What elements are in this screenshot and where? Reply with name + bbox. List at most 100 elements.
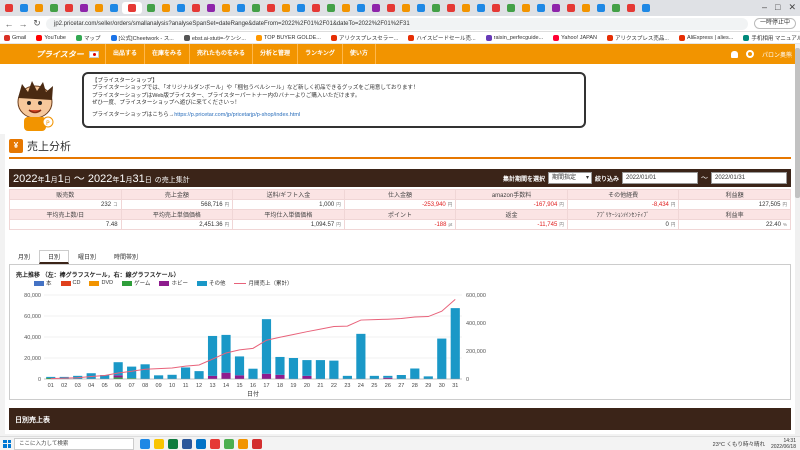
bookmark-item[interactable]: YouTube: [36, 34, 66, 41]
sync-paused-button[interactable]: 一時停止中: [753, 18, 796, 29]
browser-tab[interactable]: [549, 2, 562, 14]
bar-segment[interactable]: [450, 308, 460, 379]
bookmark-item[interactable]: マップ: [76, 34, 101, 42]
browser-tab[interactable]: [309, 2, 322, 14]
nav-item[interactable]: 売れたものをみる: [189, 44, 252, 64]
browser-tab[interactable]: [504, 2, 517, 14]
chart-tab[interactable]: 日別: [39, 250, 70, 264]
browser-tab[interactable]: [264, 2, 277, 14]
bar-segment[interactable]: [140, 364, 150, 379]
bar-segment[interactable]: [423, 376, 433, 379]
bar-segment[interactable]: [180, 367, 191, 379]
browser-tab[interactable]: [77, 2, 90, 14]
cumulative-line[interactable]: [50, 298, 456, 380]
bookmark-item[interactable]: Gmail: [4, 34, 26, 41]
browser-tab[interactable]: [47, 2, 60, 14]
bookmark-item[interactable]: TOP BUYER GOLDE...: [255, 34, 321, 41]
app-icon[interactable]: [210, 438, 220, 449]
browser-tab[interactable]: [429, 2, 442, 14]
word-icon[interactable]: [182, 438, 192, 449]
browser-tab[interactable]: [609, 2, 622, 14]
browser-tab[interactable]: [339, 2, 352, 14]
bookmark-item[interactable]: アリクスプレス売品...: [607, 34, 669, 42]
period-select[interactable]: 期間指定: [547, 172, 592, 184]
bar-segment[interactable]: [396, 375, 406, 379]
browser-tab[interactable]: [249, 2, 262, 14]
url-field[interactable]: jp2.pricetar.com/seller/orders/smallanal…: [46, 17, 748, 30]
browser-tab[interactable]: [107, 2, 120, 14]
browser-tab[interactable]: [489, 2, 502, 14]
bar-segment[interactable]: [315, 360, 326, 379]
excel-icon[interactable]: [168, 438, 178, 449]
date-from-input[interactable]: 2022/01/01: [622, 172, 698, 184]
bar-segment[interactable]: [248, 368, 258, 379]
browser-tab[interactable]: [189, 2, 202, 14]
filter-button[interactable]: 絞り込み: [595, 174, 619, 183]
close-icon[interactable]: ✕: [788, 2, 796, 13]
bar-segment[interactable]: [329, 360, 339, 379]
browser-tab[interactable]: [234, 2, 247, 14]
browser-tab[interactable]: [639, 2, 652, 14]
nav-item[interactable]: 出品する: [105, 44, 144, 64]
browser-tab[interactable]: [354, 2, 367, 14]
logo[interactable]: プライスター: [0, 49, 105, 60]
browser-tab[interactable]: [534, 2, 547, 14]
bar-segment[interactable]: [275, 374, 285, 379]
bar-segment[interactable]: [221, 334, 231, 373]
bar-segment[interactable]: [207, 375, 218, 379]
bookmark-item[interactable]: [公式]Cheetwork - ス...: [110, 34, 174, 42]
browser-tab[interactable]: [219, 2, 232, 14]
browser-tab[interactable]: [62, 2, 75, 14]
browser-tab[interactable]: [324, 2, 337, 14]
bar-segment[interactable]: [194, 371, 204, 379]
weather-widget[interactable]: 23°C くもり時々晴れ: [713, 440, 765, 448]
bar-segment[interactable]: [261, 373, 272, 379]
bookmark-item[interactable]: アリクスプレスセラー...: [330, 34, 398, 42]
bar-segment[interactable]: [207, 335, 218, 376]
bar-segment[interactable]: [261, 319, 272, 374]
bar-segment[interactable]: [369, 375, 379, 379]
edge-icon[interactable]: [140, 438, 150, 449]
user-name[interactable]: パロン奥熊: [762, 50, 792, 59]
browser-tab[interactable]: [32, 2, 45, 14]
forward-icon[interactable]: →: [18, 19, 28, 29]
bar-segment[interactable]: [437, 338, 447, 379]
browser-tab[interactable]: [144, 2, 157, 14]
bar-segment[interactable]: [127, 366, 137, 379]
bookmark-item[interactable]: ebst.ai-stuti=-ケンシ...: [183, 34, 246, 42]
browser-tab[interactable]: [444, 2, 457, 14]
mail-icon[interactable]: [196, 438, 206, 449]
chrome-icon[interactable]: [224, 438, 234, 449]
bar-segment[interactable]: [113, 375, 123, 378]
bookmark-item[interactable]: AliExpress | alies...: [678, 34, 733, 41]
bar-segment[interactable]: [275, 356, 285, 375]
date-to-input[interactable]: 2022/01/31: [711, 172, 787, 184]
start-button[interactable]: [0, 437, 14, 450]
browser-tab[interactable]: [17, 2, 30, 14]
taskbar-search[interactable]: ここに入力して検索: [14, 437, 134, 450]
browser-tab[interactable]: [519, 2, 532, 14]
bookmark-item[interactable]: 手机相用 マニュアル: [743, 34, 800, 42]
browser-tab[interactable]: [122, 2, 142, 14]
browser-tab[interactable]: [279, 2, 292, 14]
bar-segment[interactable]: [288, 358, 299, 379]
page-scrollbar[interactable]: [795, 44, 800, 436]
nav-item[interactable]: 在庫をみる: [144, 44, 189, 64]
bar-segment[interactable]: [302, 375, 312, 379]
bookmark-item[interactable]: ハイスピードセール売...: [408, 34, 476, 42]
browser-tab[interactable]: [594, 2, 607, 14]
browser-tab[interactable]: [92, 2, 105, 14]
maximize-icon[interactable]: □: [775, 2, 780, 13]
nav-item[interactable]: 使い方: [341, 44, 376, 64]
bar-segment[interactable]: [234, 356, 245, 376]
browser-tab[interactable]: [159, 2, 172, 14]
bar-segment[interactable]: [342, 375, 352, 379]
bar-segment[interactable]: [234, 375, 245, 379]
bar-segment[interactable]: [383, 375, 393, 378]
pricetar-icon[interactable]: [238, 438, 248, 449]
bookmark-item[interactable]: Yahoo! JAPAN: [553, 34, 597, 41]
browser-tab[interactable]: [2, 2, 15, 14]
browser-tab[interactable]: [369, 2, 382, 14]
browser-tab[interactable]: [624, 2, 637, 14]
browser-tab[interactable]: [174, 2, 187, 14]
